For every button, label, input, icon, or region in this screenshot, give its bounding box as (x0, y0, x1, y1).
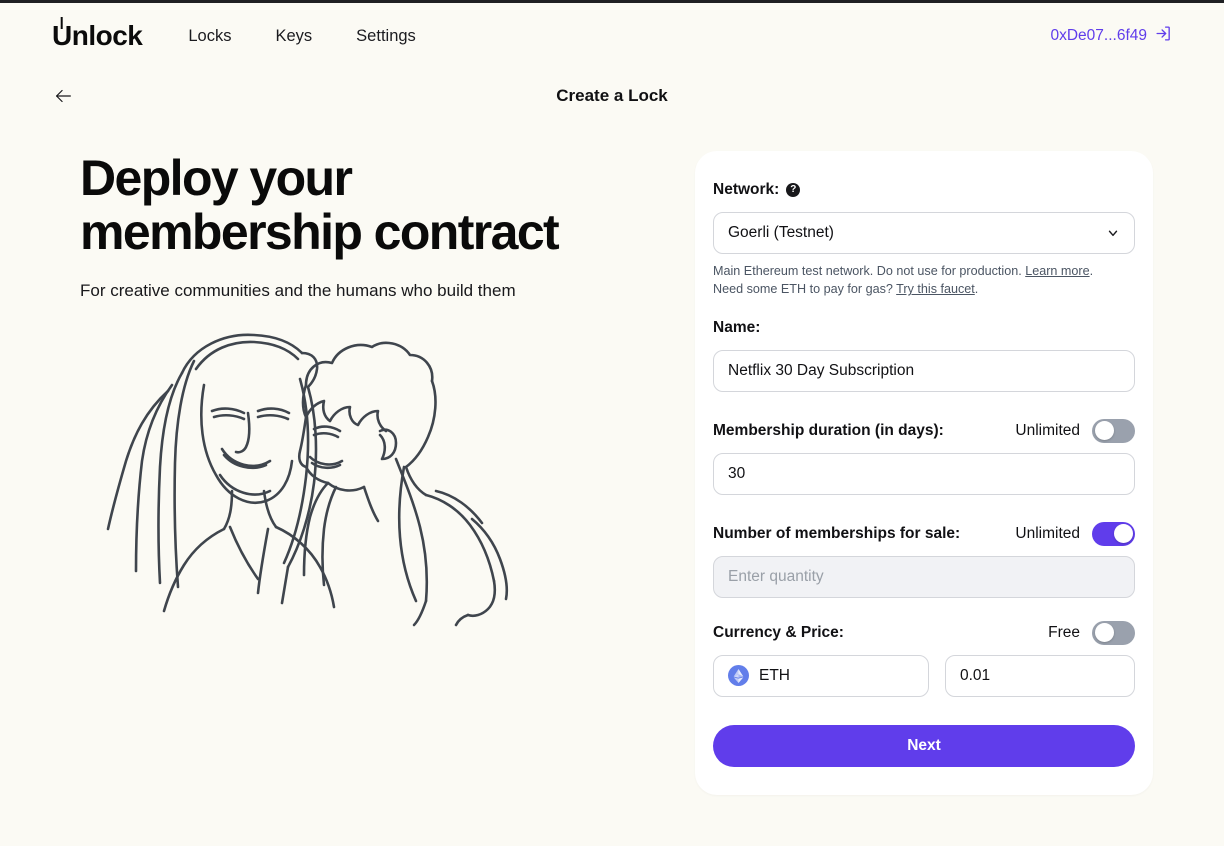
sign-out-icon[interactable] (1155, 25, 1172, 47)
learn-more-link[interactable]: Learn more (1025, 264, 1089, 278)
network-label-text: Network: (713, 181, 780, 198)
hero-title-line2: membership contract (80, 204, 560, 260)
duration-toggle-label: Unlimited (1015, 421, 1080, 439)
currency-label: ETH (759, 666, 790, 684)
price-label: Currency & Price: (713, 623, 844, 641)
network-help-line2-after: . (974, 282, 979, 297)
next-button[interactable]: Next (713, 724, 1135, 767)
nav-item-settings[interactable]: Settings (356, 27, 416, 46)
quantity-toggle-label: Unlimited (1015, 524, 1080, 542)
nav-item-locks[interactable]: Locks (188, 27, 231, 46)
main-content: Deploy your membership contract For crea… (0, 151, 1224, 795)
free-toggle-knob (1094, 623, 1114, 642)
faucet-link[interactable]: Try this faucet (896, 282, 975, 296)
field-name: Name: (713, 315, 1135, 392)
free-toggle-label: Free (1048, 623, 1080, 641)
duration-label-row: Membership duration (in days): Unlimited (713, 418, 1135, 444)
currency-selector[interactable]: ETH (713, 654, 929, 697)
network-help-line2-before: Need some ETH to pay for gas? (713, 282, 897, 297)
arrow-left-icon[interactable] (52, 85, 74, 107)
free-toggle[interactable] (1092, 620, 1135, 645)
quantity-label-row: Number of memberships for sale: Unlimite… (713, 521, 1135, 547)
network-label-row: Network: ? (713, 177, 1135, 203)
quantity-input[interactable] (713, 555, 1135, 598)
network-help-text: Main Ethereum test network. Do not use f… (713, 262, 1135, 299)
top-navigation-bar: Unlock Locks Keys Settings 0xDe07...6f49 (0, 3, 1224, 69)
wallet-address-label: 0xDe07...6f49 (1050, 27, 1147, 44)
page-title: Create a Lock (556, 86, 668, 105)
main-nav: Locks Keys Settings (188, 27, 415, 46)
quantity-toggle-group: Unlimited (1015, 521, 1135, 546)
create-lock-form-card: Network: ? Main Ethereum test network. D… (695, 151, 1153, 795)
duration-label: Membership duration (in days): (713, 421, 944, 439)
question-mark-icon[interactable]: ? (786, 183, 801, 197)
hero-subtitle: For creative communities and the humans … (80, 281, 516, 300)
field-network: Network: ? Main Ethereum test network. D… (713, 177, 1135, 299)
unlock-logo[interactable]: Unlock (52, 20, 143, 51)
network-help-line1-before: Main Ethereum test network. Do not use f… (713, 264, 1026, 278)
spacer-after-name (713, 396, 1135, 418)
price-row: ETH (713, 654, 1135, 697)
logo-letter-u: U (52, 20, 72, 51)
name-label-row: Name: (713, 315, 1135, 341)
field-quantity: Number of memberships for sale: Unlimite… (713, 521, 1135, 598)
ethereum-icon (728, 665, 749, 686)
people-illustration (72, 315, 652, 620)
nav-item-keys[interactable]: Keys (275, 27, 312, 46)
spacer-after-quantity (713, 602, 1135, 620)
page-titlebar: Create a Lock (0, 69, 1224, 123)
quantity-unlimited-toggle[interactable] (1092, 521, 1135, 546)
price-input[interactable] (945, 654, 1135, 697)
field-price: Currency & Price: Free ETH 0.01 (713, 620, 1135, 697)
network-help-line1-after: . (1089, 264, 1094, 278)
logo-text-rest: nlock (71, 20, 143, 51)
wallet-account-button[interactable]: 0xDe07...6f49 (1050, 25, 1172, 47)
network-label: Network: ? (713, 181, 801, 199)
form-column: Network: ? Main Ethereum test network. D… (676, 151, 1172, 795)
field-duration: Membership duration (in days): Unlimited (713, 418, 1135, 495)
network-select[interactable] (713, 212, 1135, 254)
quantity-label: Number of memberships for sale: (713, 524, 961, 542)
hero-section: Deploy your membership contract For crea… (52, 151, 652, 620)
network-select-wrap (713, 212, 1135, 254)
price-toggle-group: Free (1048, 620, 1135, 645)
spacer-after-duration (713, 499, 1135, 521)
duration-toggle-knob (1094, 421, 1114, 440)
duration-input[interactable] (713, 452, 1135, 495)
hero-title: Deploy your membership contract (80, 151, 600, 259)
price-label-row: Currency & Price: Free (713, 620, 1135, 646)
name-input[interactable] (713, 349, 1135, 392)
hero-title-line1: Deploy your (80, 150, 353, 206)
duration-toggle-group: Unlimited (1015, 418, 1135, 443)
name-label: Name: (713, 318, 761, 336)
duration-unlimited-toggle[interactable] (1092, 418, 1135, 443)
quantity-toggle-knob (1113, 524, 1133, 543)
